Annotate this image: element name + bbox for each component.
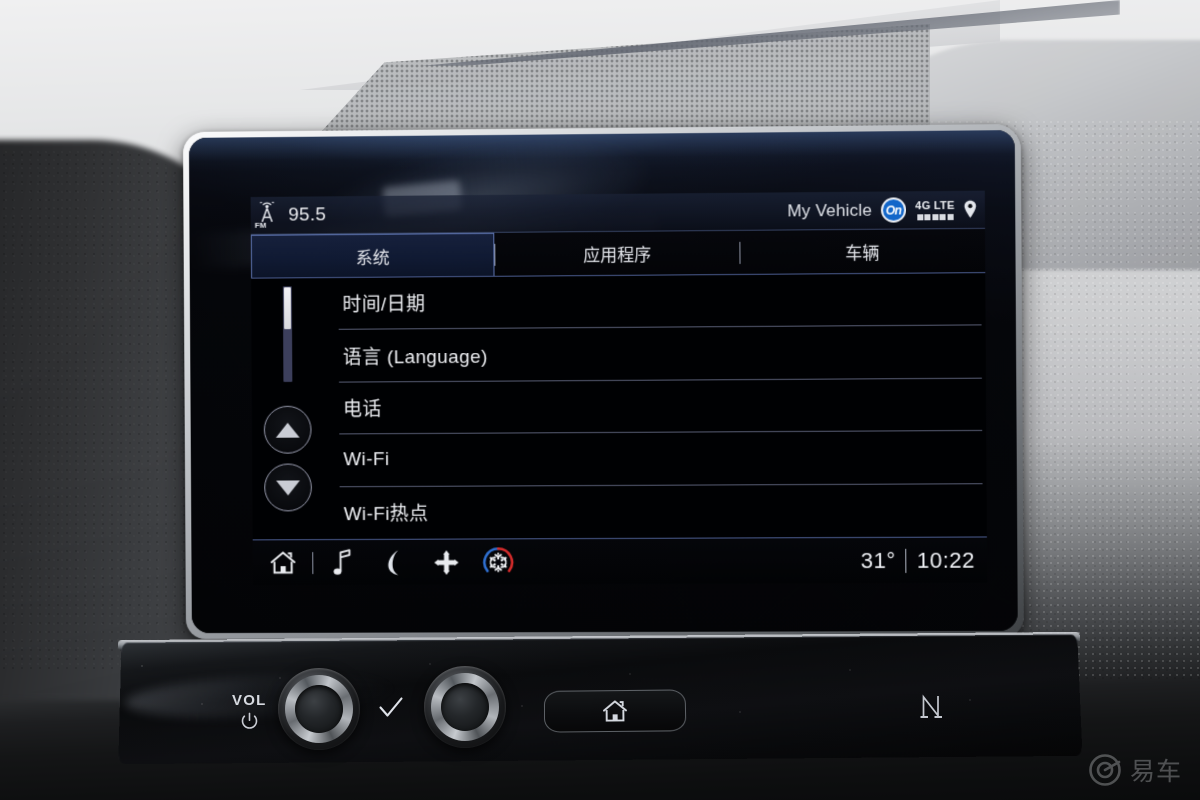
volume-knob[interactable] [278, 668, 360, 750]
yiche-ring-logo-icon [1088, 753, 1122, 787]
settings-tabs: 系统 应用程序 车辆 [250, 228, 986, 279]
readout-divider [905, 548, 907, 573]
network-status: 4G LTE [915, 199, 955, 220]
volume-label: VOL [232, 692, 267, 709]
tab-applications-label: 应用程序 [583, 245, 652, 266]
navigation-arrows-icon [434, 549, 459, 575]
triangle-up-icon [275, 422, 300, 438]
watermark: 易车 [1088, 752, 1182, 788]
list-item-label: 时间/日期 [342, 294, 426, 317]
power-icon [240, 712, 259, 731]
location-pin-icon [964, 200, 977, 219]
ui-root: FM 95.5 My Vehicle On 4G LTE 系统 应用程序 车辆 … [250, 190, 988, 586]
home-button[interactable] [257, 543, 309, 583]
infotainment-display[interactable]: FM 95.5 My Vehicle On 4G LTE 系统 应用程序 车辆 … [188, 130, 1018, 634]
phone-button[interactable] [369, 542, 421, 582]
tab-applications[interactable]: 应用程序 [496, 231, 740, 276]
broadcast-antenna-icon: FM [254, 202, 280, 230]
climate-button[interactable] [472, 542, 524, 582]
scroll-up-button[interactable] [263, 405, 312, 454]
bottom-toolbar: 31° 10:22 [252, 536, 988, 586]
network-label: 4G LTE [915, 199, 955, 212]
home-icon [269, 550, 296, 575]
checkmark-icon [378, 695, 404, 721]
list-item[interactable]: 时间/日期 [338, 273, 982, 331]
list-item[interactable]: 语言 (Language) [338, 325, 982, 383]
radio-status[interactable]: FM 95.5 [254, 201, 327, 230]
list-item[interactable]: Wi-Fi热点 [340, 484, 983, 539]
status-bar: FM 95.5 My Vehicle On 4G LTE [250, 190, 986, 235]
list-item-label: Wi-Fi热点 [343, 504, 429, 526]
phone-icon [388, 549, 399, 575]
tab-system[interactable]: 系统 [250, 232, 495, 278]
watermark-text: 易车 [1129, 757, 1182, 786]
settings-list-area: 时间/日期 语言 (Language) 电话 Wi-Fi Wi-Fi热点 [251, 273, 987, 540]
home-icon [603, 701, 628, 721]
scroll-rail [251, 278, 340, 539]
tab-vehicle[interactable]: 车辆 [740, 229, 985, 274]
my-vehicle-label[interactable]: My Vehicle [787, 200, 872, 221]
home-hardware-button[interactable] [543, 689, 687, 733]
infotainment-screen-bezel: FM 95.5 My Vehicle On 4G LTE 系统 应用程序 车辆 … [182, 123, 1024, 640]
music-note-icon [333, 548, 354, 575]
temperature-readout: 31° [860, 547, 896, 573]
radio-frequency: 95.5 [288, 203, 327, 226]
triangle-down-icon [276, 479, 300, 495]
settings-rows: 时间/日期 语言 (Language) 电话 Wi-Fi Wi-Fi热点 [338, 273, 987, 539]
climate-snowflake-icon [483, 547, 514, 573]
list-item[interactable]: Wi-Fi [339, 431, 983, 487]
list-item-label: 电话 [343, 399, 382, 421]
list-item-label: Wi-Fi [343, 449, 390, 471]
toolbar-divider [312, 551, 314, 574]
status-readout: 31° 10:22 [861, 547, 982, 574]
signal-bars-icon [916, 213, 954, 220]
tab-system-label: 系统 [355, 248, 390, 268]
nfc-icon [918, 692, 944, 720]
tune-knob[interactable] [424, 666, 506, 748]
scrollbar-thumb[interactable] [283, 287, 292, 330]
media-button[interactable] [317, 542, 369, 582]
scrollbar-track[interactable] [282, 286, 293, 382]
navigation-button[interactable] [420, 542, 472, 582]
radio-band-label: FM [254, 220, 267, 230]
tab-vehicle-label: 车辆 [845, 243, 880, 264]
onstar-logo-icon[interactable]: On [881, 197, 907, 223]
scroll-down-button[interactable] [264, 463, 312, 512]
list-item[interactable]: 电话 [338, 378, 983, 435]
list-item-label: 语言 (Language) [342, 346, 488, 369]
clock-readout: 10:22 [916, 547, 975, 573]
status-bar-right: My Vehicle On 4G LTE [787, 197, 977, 224]
